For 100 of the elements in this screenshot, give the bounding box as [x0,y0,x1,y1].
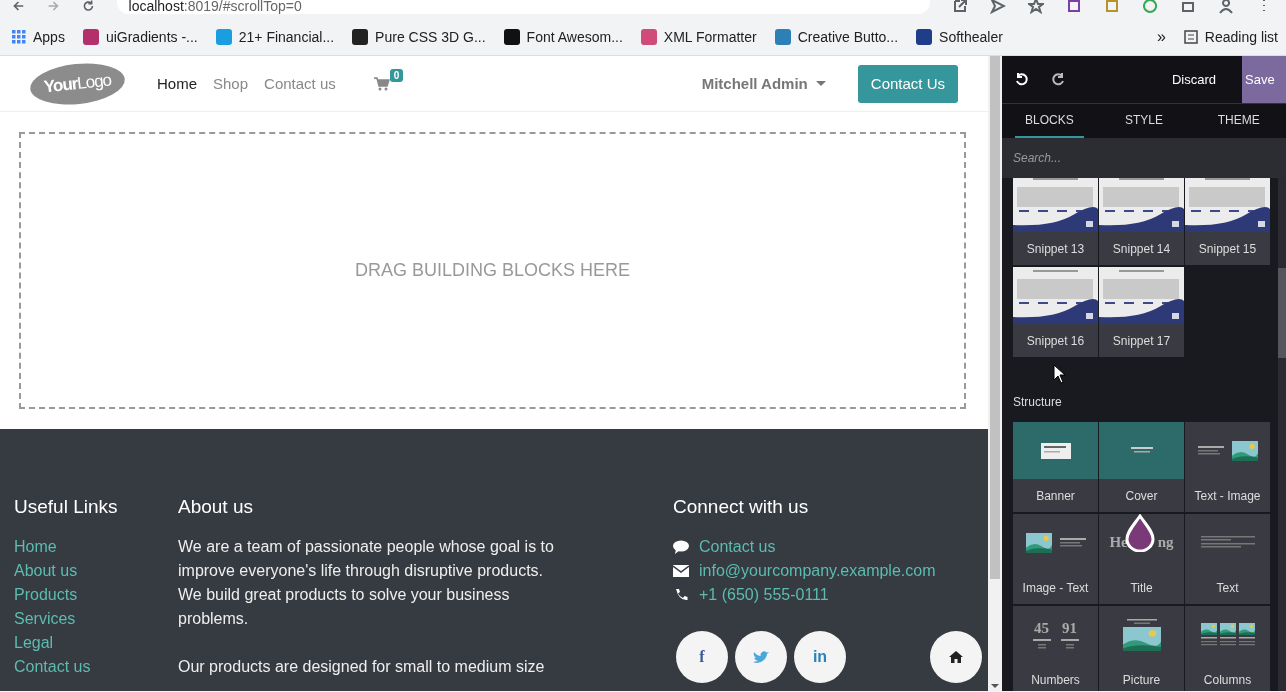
footer-heading: Useful Links [14,495,119,519]
image-icon [1122,626,1161,651]
block-tile[interactable]: Columns [1185,606,1270,691]
heading-preview-text: He [1109,534,1128,551]
share-icon[interactable] [952,0,968,14]
nav-link[interactable]: Shop [213,75,249,92]
block-tile[interactable]: Banner [1013,422,1098,512]
more-bookmarks-button[interactable]: » [1156,27,1166,46]
linkedin-button[interactable]: in [794,631,846,683]
contact-link[interactable]: info@yourcompany.example.com [699,559,936,583]
bookmark-link[interactable]: Font Awesom... [503,28,623,45]
footer-link[interactable]: Services [14,607,178,631]
bookmark-link[interactable]: 21+ Financial... [215,28,335,45]
snippet-preview-icon [1013,178,1098,232]
footer-link[interactable]: Legal [14,631,178,655]
mouse-pointer-icon [1053,364,1066,384]
section-title: Structure [1013,395,1063,409]
text-lines-icon [1219,636,1236,647]
footer-link[interactable]: Home [14,535,178,559]
contact-link[interactable]: Contact us [699,535,776,559]
snippet-preview-icon [1185,178,1270,232]
contact-link[interactable]: +1 (650) 555-0111 [699,583,829,607]
bookmark-link[interactable]: Pure CSS 3D G... [352,28,486,45]
snippet-tile[interactable]: Snippet 16 [1013,267,1098,357]
footer-link[interactable]: Products [14,583,178,607]
image-icon [1219,622,1236,635]
panel-tab[interactable]: THEME [1204,104,1273,138]
list-icon [1183,29,1198,44]
image-icon [1200,622,1217,635]
envelope-icon [673,565,689,577]
text-lines-icon [1200,535,1255,550]
save-button[interactable]: Save [1242,56,1286,103]
snippet-preview-icon [1099,267,1184,324]
address-bar[interactable]: localhost:8019/#scrollTop=0 [116,0,930,14]
send-icon[interactable] [990,0,1006,14]
star-icon[interactable] [1028,0,1044,14]
twitter-button[interactable] [735,631,787,683]
banner-preview-icon [1040,442,1071,459]
discard-button[interactable]: Discard [1165,71,1222,88]
text-lines-icon [1238,636,1255,647]
bookmark-link[interactable]: uiGradients -... [82,28,198,45]
snippet-tile[interactable]: Snippet 13 [1013,178,1098,265]
chat-bubble-icon [673,540,689,554]
title-lines-icon [1126,618,1157,624]
nav-link[interactable]: Contact us [264,75,336,92]
page-scrollbar[interactable] [988,56,1002,691]
block-tile[interactable]: Text [1185,514,1270,604]
bird-icon [753,650,769,664]
search-field[interactable]: Search... [1002,138,1286,178]
reload-icon[interactable] [81,0,95,14]
nav-link[interactable]: Home [157,75,197,92]
number-preview-text: 91 [1062,620,1077,637]
bookmark-link[interactable]: Softhealer [916,28,1003,45]
bookmark-link[interactable]: XML Formatter [640,28,757,45]
image-icon [1231,440,1258,461]
footer-link[interactable]: About us [14,559,178,583]
home-button[interactable] [930,631,982,683]
snippet-tile[interactable]: Snippet 17 [1099,267,1184,357]
extension-icon[interactable] [1066,0,1082,14]
bookmark-link[interactable]: Apps [12,28,65,45]
profile-icon[interactable] [1218,0,1234,14]
footer-heading: Connect with us [673,495,810,519]
bookmark-link[interactable]: Creative Butto... [774,28,899,45]
home-icon [949,651,963,663]
text-lines-icon [1197,445,1224,456]
snippet-tile[interactable]: Snippet 15 [1185,178,1270,265]
block-tile[interactable]: He ng Title [1099,514,1184,604]
extension-icon[interactable] [1104,0,1120,14]
text-lines-icon [1059,537,1086,548]
user-menu[interactable]: Mitchell Admin [701,75,826,92]
text-lines-icon [1032,639,1051,649]
cover-preview-icon [1130,446,1153,455]
caret-icon [815,81,826,86]
panel-scrollbar[interactable] [1278,178,1286,691]
snippet-tile[interactable]: Snippet 14 [1099,178,1184,265]
footer-heading: About us [178,495,254,519]
heading-preview-text: ng [1157,534,1174,551]
block-tile[interactable]: Text - Image [1185,422,1270,512]
cart-icon[interactable] [373,76,390,91]
about-paragraph: Our products are designed for small to medium size [178,657,546,677]
drop-cursor-icon [1125,514,1155,552]
text-lines-icon [1060,639,1079,649]
block-tile[interactable]: Cover [1099,422,1184,512]
number-preview-text: 45 [1034,620,1049,637]
footer-link[interactable]: Contact us [14,655,178,679]
panel-tab[interactable]: STYLE [1109,104,1179,138]
redo-icon[interactable] [1050,71,1066,88]
facebook-button[interactable]: f [676,631,728,683]
extension-icon[interactable] [1142,0,1158,14]
cart-count: 0 [389,68,404,82]
image-icon [1238,622,1255,635]
text-lines-icon [1200,636,1217,647]
phone-icon [673,588,689,602]
block-tile[interactable]: Picture [1099,606,1184,691]
block-tile[interactable]: 45 91 Numbers [1013,606,1098,691]
undo-icon[interactable] [1014,71,1030,88]
block-tile[interactable]: Image - Text [1013,514,1098,604]
about-paragraph: We are a team of passionate people whose goal is to improve everyone's life through disruptive products. We build great products to solve your business problems. [178,537,555,629]
reading-list-button[interactable]: Reading list [1183,28,1278,45]
image-icon [1025,532,1052,553]
